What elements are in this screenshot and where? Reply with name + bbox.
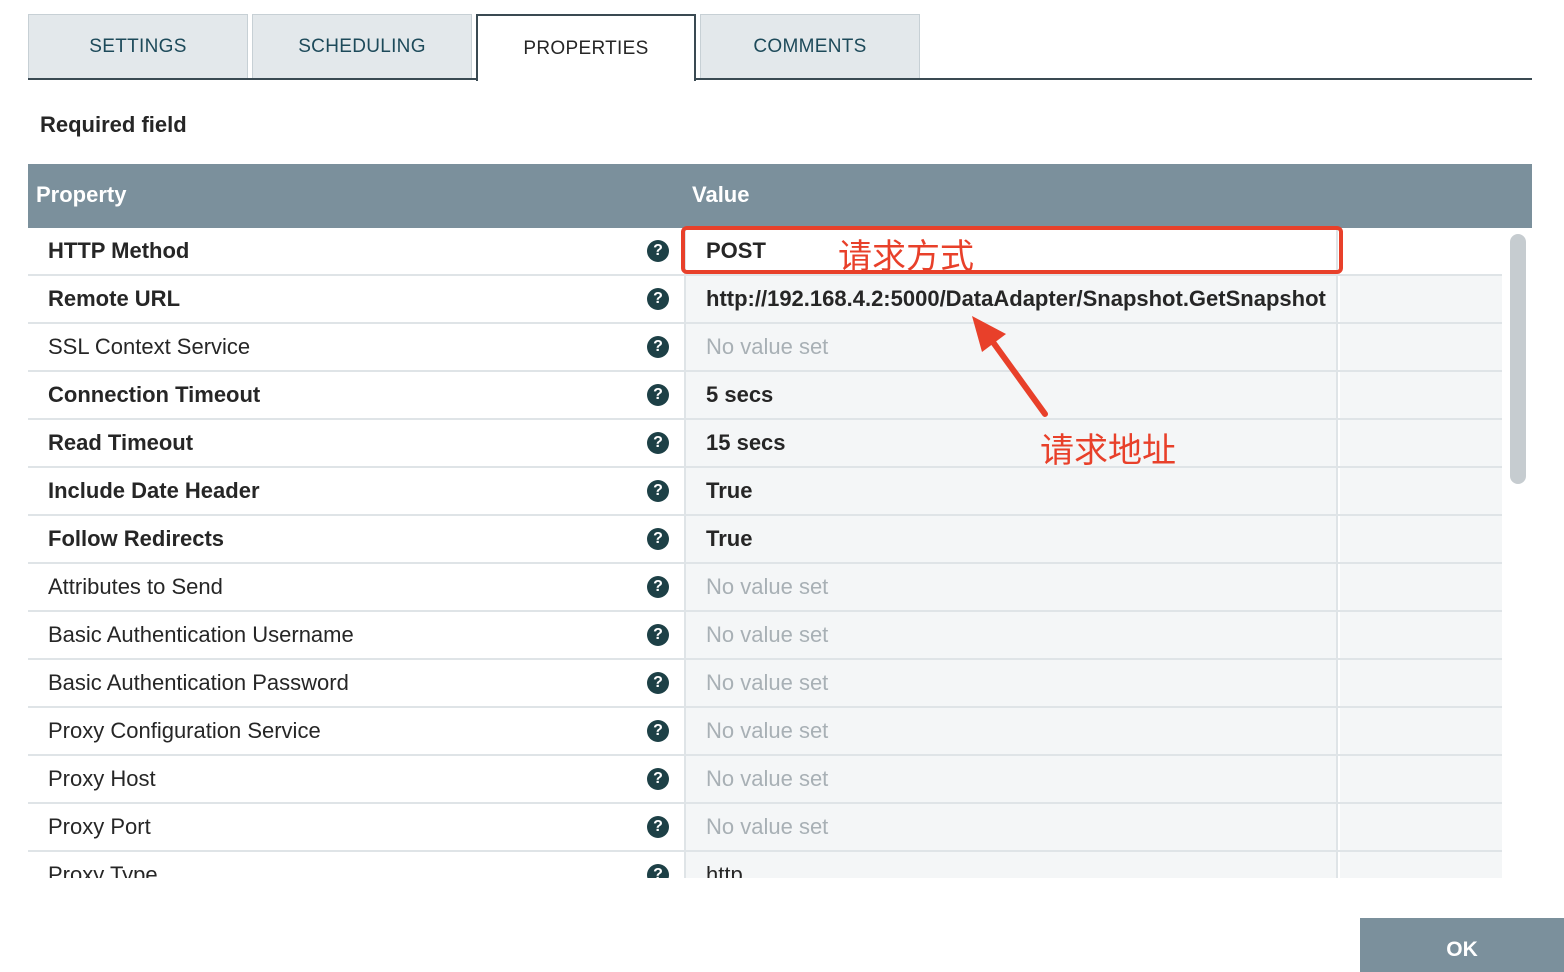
- table-row: Basic Authentication Username? No value s…: [28, 612, 1502, 660]
- table-row: Attributes to Send? No value set: [28, 564, 1502, 612]
- property-value-cell[interactable]: POST: [684, 228, 1338, 274]
- row-filler: [1340, 804, 1502, 850]
- property-value: 5 secs: [706, 382, 774, 407]
- help-icon[interactable]: ?: [647, 336, 669, 358]
- property-value-cell[interactable]: 5 secs: [684, 372, 1338, 418]
- property-value: http://192.168.4.2:5000/DataAdapter/Snap…: [706, 286, 1326, 311]
- property-value-cell[interactable]: http://192.168.4.2:5000/DataAdapter/Snap…: [684, 276, 1338, 322]
- property-value-cell[interactable]: No value set: [684, 324, 1338, 370]
- scrollbar-thumb[interactable]: [1510, 234, 1526, 484]
- property-value-cell[interactable]: True: [684, 516, 1338, 562]
- property-value-cell[interactable]: No value set: [684, 804, 1338, 850]
- property-value-cell[interactable]: http: [684, 852, 1338, 878]
- property-value: No value set: [706, 670, 829, 695]
- property-name: SSL Context Service: [48, 334, 251, 359]
- help-icon[interactable]: ?: [647, 672, 669, 694]
- help-icon[interactable]: ?: [647, 768, 669, 790]
- property-name: Basic Authentication Password: [48, 670, 349, 695]
- property-name: Proxy Port: [48, 814, 151, 839]
- row-filler: [1340, 708, 1502, 754]
- property-value: No value set: [706, 814, 829, 839]
- properties-table: Property Value HTTP Method? POST Remote UR…: [28, 164, 1532, 878]
- row-filler: [1340, 324, 1502, 370]
- property-value: http: [706, 862, 743, 878]
- property-name: Attributes to Send: [48, 574, 223, 599]
- help-icon[interactable]: ?: [647, 384, 669, 406]
- row-filler: [1340, 372, 1502, 418]
- property-value-cell[interactable]: No value set: [684, 756, 1338, 802]
- row-filler: [1340, 660, 1502, 706]
- row-filler: [1340, 228, 1502, 274]
- annotation-url-note: 请求地址: [1040, 431, 1176, 471]
- header-property[interactable]: Property: [36, 182, 126, 208]
- table-row: Include Date Header? True: [28, 468, 1502, 516]
- property-value-cell[interactable]: No value set: [684, 708, 1338, 754]
- table-row: Proxy Configuration Service? No value set: [28, 708, 1502, 756]
- row-filler: [1340, 276, 1502, 322]
- row-filler: [1340, 852, 1502, 878]
- table-row: Proxy Host? No value set: [28, 756, 1502, 804]
- row-filler: [1340, 756, 1502, 802]
- property-name: Follow Redirects: [48, 526, 225, 551]
- help-icon[interactable]: ?: [647, 816, 669, 838]
- table-header: Property Value: [28, 164, 1532, 228]
- property-name: Read Timeout: [48, 430, 194, 455]
- property-value: No value set: [706, 622, 829, 647]
- help-icon[interactable]: ?: [647, 240, 669, 262]
- property-name: Proxy Configuration Service: [48, 718, 321, 743]
- property-value-cell[interactable]: 15 secs: [684, 420, 1338, 466]
- help-icon[interactable]: ?: [647, 720, 669, 742]
- property-value: No value set: [706, 766, 829, 791]
- property-name: Proxy Type: [48, 862, 158, 878]
- table-row: Connection Timeout? 5 secs: [28, 372, 1502, 420]
- table-row: HTTP Method? POST: [28, 228, 1502, 276]
- table-row: Read Timeout? 15 secs: [28, 420, 1502, 468]
- help-icon[interactable]: ?: [647, 432, 669, 454]
- help-icon[interactable]: ?: [647, 288, 669, 310]
- tab-bar: SETTINGS SCHEDULING PROPERTIES COMMENTS: [28, 14, 1532, 81]
- row-filler: [1340, 612, 1502, 658]
- row-filler: [1340, 420, 1502, 466]
- row-filler: [1340, 516, 1502, 562]
- property-value: No value set: [706, 718, 829, 743]
- table-row: Basic Authentication Password? No value s…: [28, 660, 1502, 708]
- row-filler: [1340, 564, 1502, 610]
- tab-comments[interactable]: COMMENTS: [700, 14, 920, 78]
- property-value: POST: [706, 238, 766, 263]
- property-name: Basic Authentication Username: [48, 622, 354, 647]
- table-row: Proxy Type? http: [28, 852, 1502, 878]
- help-icon[interactable]: ?: [647, 624, 669, 646]
- help-icon[interactable]: ?: [647, 864, 669, 878]
- annotation-method-note: 请求方式: [838, 237, 974, 277]
- property-value: True: [706, 526, 753, 551]
- property-name: HTTP Method: [48, 238, 190, 263]
- row-filler: [1340, 468, 1502, 514]
- property-value: 15 secs: [706, 430, 786, 455]
- property-value-cell[interactable]: No value set: [684, 564, 1338, 610]
- required-field-label: Required field: [40, 112, 187, 137]
- table-body: HTTP Method? POST Remote URL? http://192.16…: [28, 228, 1502, 878]
- property-name: Remote URL: [48, 286, 181, 311]
- help-icon[interactable]: ?: [647, 480, 669, 502]
- property-name: Proxy Host: [48, 766, 156, 791]
- ok-button[interactable]: OK: [1360, 918, 1564, 972]
- property-value-cell[interactable]: True: [684, 468, 1338, 514]
- table-row: Follow Redirects? True: [28, 516, 1502, 564]
- property-value: True: [706, 478, 753, 503]
- header-value[interactable]: Value: [692, 182, 749, 208]
- tab-settings[interactable]: SETTINGS: [28, 14, 248, 78]
- tab-scheduling[interactable]: SCHEDULING: [252, 14, 472, 78]
- property-value-cell[interactable]: No value set: [684, 660, 1338, 706]
- property-value: No value set: [706, 574, 829, 599]
- table-row: SSL Context Service? No value set: [28, 324, 1502, 372]
- table-row: Proxy Port? No value set: [28, 804, 1502, 852]
- property-name: Connection Timeout: [48, 382, 261, 407]
- table-row: Remote URL? http://192.168.4.2:5000/DataA…: [28, 276, 1502, 324]
- tab-properties[interactable]: PROPERTIES: [476, 14, 696, 81]
- help-icon[interactable]: ?: [647, 576, 669, 598]
- property-name: Include Date Header: [48, 478, 260, 503]
- property-value-cell[interactable]: No value set: [684, 612, 1338, 658]
- help-icon[interactable]: ?: [647, 528, 669, 550]
- property-value: No value set: [706, 334, 829, 359]
